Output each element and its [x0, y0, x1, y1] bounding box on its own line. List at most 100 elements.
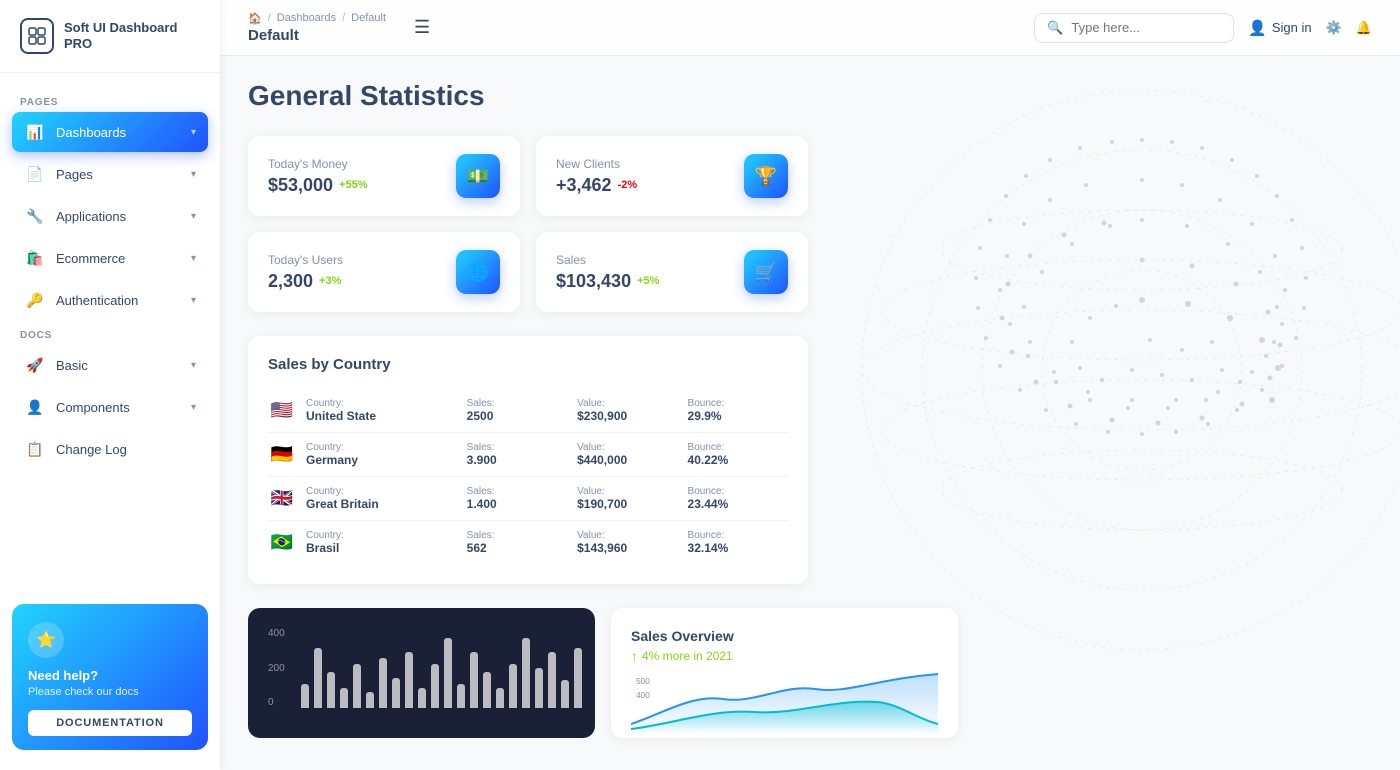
- svg-text:400: 400: [636, 691, 650, 700]
- stat-value-users: 2,300 +3%: [268, 271, 343, 292]
- stat-label-money: Today's Money: [268, 157, 368, 171]
- help-title: Need help?: [28, 668, 192, 683]
- chevron-down-icon: ▾: [191, 211, 196, 222]
- bounce-label: Bounce:: [688, 530, 788, 541]
- stat-value-sales: $103,430 +5%: [556, 271, 659, 292]
- country-name: United State: [306, 409, 457, 423]
- sidebar-item-ecommerce[interactable]: 🛍️ Ecommerce ▾: [12, 238, 208, 278]
- sales-label: Sales:: [467, 486, 567, 497]
- bar: [340, 688, 348, 708]
- sidebar-item-changelog[interactable]: 📋 Change Log: [12, 429, 208, 469]
- breadcrumb-trail: 🏠 / Dashboards / Default: [248, 12, 386, 25]
- search-box[interactable]: 🔍: [1034, 13, 1234, 43]
- stat-info-money: Today's Money $53,000 +55%: [268, 157, 368, 196]
- value-label: Value:: [577, 398, 677, 409]
- stats-grid: Today's Money $53,000 +55% 💵 New Clients…: [248, 136, 808, 312]
- bar: [444, 638, 452, 708]
- sales-overview-card: Sales Overview ↑ 4% more in 2021: [611, 608, 958, 738]
- stat-icon-users: 🌐: [456, 250, 500, 294]
- sidebar-item-label: Basic: [56, 358, 181, 373]
- sales-value: 3.900: [467, 453, 567, 467]
- applications-icon: 🔧: [24, 205, 46, 227]
- globe-visualization: [832, 60, 1400, 680]
- topbar: 🏠 / Dashboards / Default Default ☰ 🔍 👤 S…: [220, 0, 1400, 56]
- sidebar-item-dashboards[interactable]: 📊 Dashboards ▾: [12, 112, 208, 152]
- bar: [496, 688, 504, 708]
- page-title-topbar: Default: [248, 27, 386, 44]
- chevron-down-icon: ▾: [191, 402, 196, 413]
- stat-icon-sales: 🛒: [744, 250, 788, 294]
- user-icon: 👤: [1248, 19, 1267, 37]
- bar: [548, 652, 556, 708]
- search-icon: 🔍: [1047, 20, 1063, 36]
- stat-number-money: $53,000: [268, 175, 333, 196]
- bar-chart: [301, 628, 582, 708]
- country-col: Country: Brasil: [306, 530, 457, 555]
- sidebar-item-authentication[interactable]: 🔑 Authentication ▾: [12, 280, 208, 320]
- bar: [327, 672, 335, 708]
- authentication-icon: 🔑: [24, 289, 46, 311]
- bar: [522, 638, 530, 708]
- sales-label: Sales:: [467, 398, 567, 409]
- app-name: Soft UI Dashboard PRO: [64, 20, 200, 51]
- sign-in-label: Sign in: [1272, 20, 1312, 35]
- flag-icon: 🇩🇪: [268, 445, 296, 465]
- breadcrumb-current: Default: [351, 12, 386, 24]
- sales-value: 1.400: [467, 497, 567, 511]
- country-name: Great Britain: [306, 497, 457, 511]
- country-label: Country:: [306, 486, 457, 497]
- bounce-value: 40.22%: [688, 453, 788, 467]
- bar: [314, 648, 322, 708]
- sidebar-item-basic[interactable]: 🚀 Basic ▾: [12, 345, 208, 385]
- search-input[interactable]: [1071, 20, 1221, 35]
- table-row: 🇬🇧 Country: Great Britain Sales: 1.400 V…: [268, 477, 788, 521]
- bounce-label: Bounce:: [688, 442, 788, 453]
- bar: [470, 652, 478, 708]
- sidebar-item-pages[interactable]: 📄 Pages ▾: [12, 154, 208, 194]
- stat-icon-clients: 🏆: [744, 154, 788, 198]
- stat-icon-money: 💵: [456, 154, 500, 198]
- bar: [561, 680, 569, 708]
- bar: [483, 672, 491, 708]
- sidebar: Soft UI Dashboard PRO PAGES 📊 Dashboards…: [0, 0, 220, 770]
- notifications-button[interactable]: 🔔: [1356, 20, 1372, 36]
- bar: [574, 648, 582, 708]
- value-col: Value: $230,900: [577, 398, 677, 423]
- pages-icon: 📄: [24, 163, 46, 185]
- sales-value: 562: [467, 541, 567, 555]
- changelog-icon: 📋: [24, 438, 46, 460]
- chevron-down-icon: ▾: [191, 360, 196, 371]
- bar-chart-y-labels: 400 200 0: [268, 628, 285, 708]
- sidebar-item-components[interactable]: 👤 Components ▾: [12, 387, 208, 427]
- nav-section-pages: PAGES: [12, 89, 208, 112]
- help-subtitle: Please check our docs: [28, 686, 192, 698]
- sidebar-logo: Soft UI Dashboard PRO: [0, 0, 220, 73]
- chevron-down-icon: ▾: [191, 169, 196, 180]
- chevron-down-icon: ▾: [191, 253, 196, 264]
- table-row: 🇩🇪 Country: Germany Sales: 3.900 Value: …: [268, 433, 788, 477]
- sign-in-button[interactable]: 👤 Sign in: [1248, 19, 1311, 37]
- sales-value: 2500: [467, 409, 567, 423]
- stat-card-money: Today's Money $53,000 +55% 💵: [248, 136, 520, 216]
- value-col: Value: $143,960: [577, 530, 677, 555]
- value-col: Value: $190,700: [577, 486, 677, 511]
- documentation-button[interactable]: DOCUMENTATION: [28, 710, 192, 736]
- value-value: $190,700: [577, 497, 677, 511]
- chevron-down-icon: ▾: [191, 295, 196, 306]
- bar: [379, 658, 387, 708]
- menu-icon[interactable]: ☰: [406, 13, 438, 42]
- components-icon: 👤: [24, 396, 46, 418]
- bounce-value: 29.9%: [688, 409, 788, 423]
- stat-badge-sales: +5%: [637, 275, 659, 287]
- stat-number-sales: $103,430: [556, 271, 631, 292]
- sales-col: Sales: 562: [467, 530, 567, 555]
- sidebar-item-label: Applications: [56, 209, 181, 224]
- bar: [392, 678, 400, 708]
- sidebar-item-applications[interactable]: 🔧 Applications ▾: [12, 196, 208, 236]
- home-icon: 🏠: [248, 12, 262, 25]
- stat-info-clients: New Clients +3,462 -2%: [556, 157, 637, 196]
- settings-button[interactable]: ⚙️: [1326, 20, 1342, 36]
- sales-col: Sales: 2500: [467, 398, 567, 423]
- sidebar-item-label: Components: [56, 400, 181, 415]
- sales-col: Sales: 3.900: [467, 442, 567, 467]
